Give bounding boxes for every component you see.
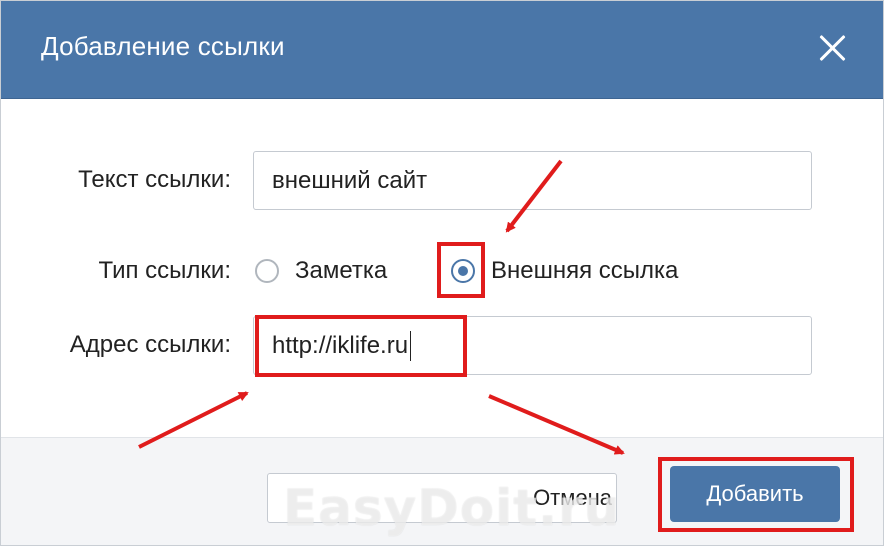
arrow-to-address [138,391,249,449]
arrow-to-radio [505,159,563,233]
annotation-arrows [138,159,625,455]
add-link-dialog: Добавление ссылки Текст ссылки: внешний … [0,0,884,546]
arrow-to-add-button [488,394,625,455]
